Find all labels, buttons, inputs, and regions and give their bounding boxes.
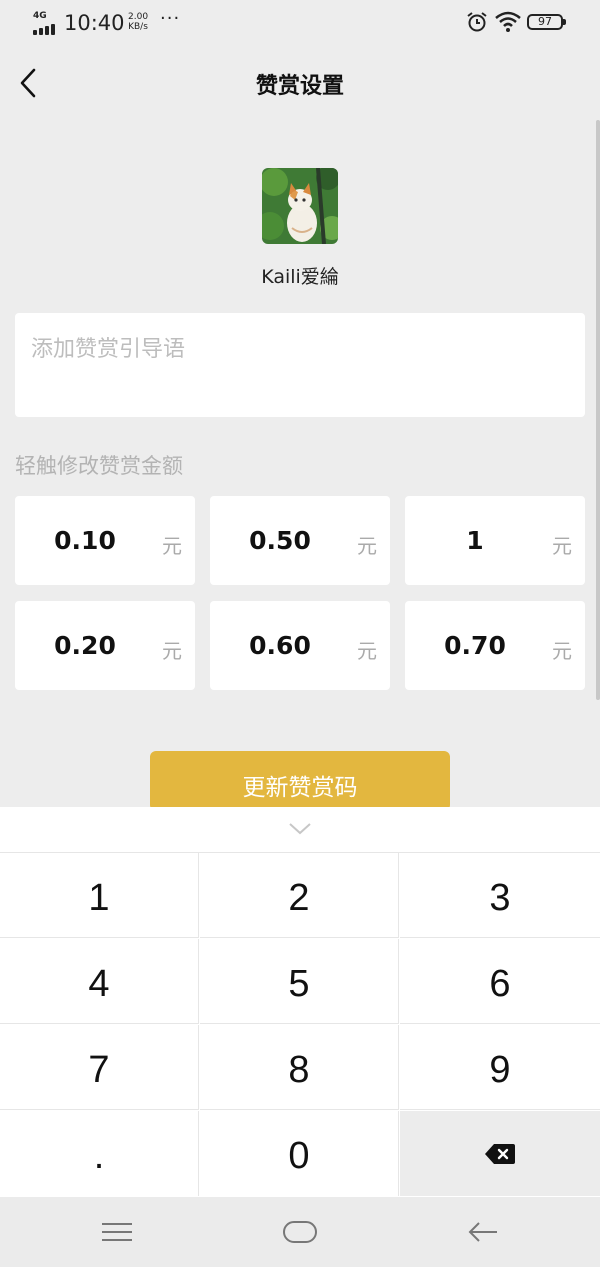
backspace-icon (485, 1144, 515, 1164)
avatar (262, 168, 338, 244)
amount-unit: 元 (357, 639, 377, 663)
guide-placeholder: 添加赞赏引导语 (31, 337, 186, 362)
menu-button[interactable] (97, 1215, 137, 1249)
amount-value: 0.50 (249, 526, 311, 555)
status-time: 10:40 (64, 11, 125, 35)
amount-value: 0.10 (54, 526, 116, 555)
amount-value: 0.20 (54, 631, 116, 660)
system-back-button[interactable] (463, 1215, 503, 1249)
home-button[interactable] (280, 1215, 320, 1249)
amount-card[interactable]: 0.60 元 (210, 601, 390, 690)
page-title: 赞赏设置 (255, 74, 344, 99)
home-icon (283, 1221, 317, 1243)
speed-unit: KB/s (128, 22, 148, 32)
key-2[interactable]: 2 (200, 853, 399, 938)
amount-card[interactable]: 0.70 元 (405, 601, 585, 690)
key-5[interactable]: 5 (200, 939, 399, 1024)
chevron-down-icon (289, 823, 311, 835)
amount-card[interactable]: 0.10 元 (15, 496, 195, 585)
amount-value: 0.70 (444, 631, 506, 660)
back-arrow-icon (468, 1222, 497, 1242)
guide-text-input[interactable]: 添加赞赏引导语 (15, 313, 585, 417)
signal-icon (33, 23, 59, 35)
numeric-keypad: 1 2 3 4 5 6 7 8 9 . 0 (0, 807, 600, 1197)
header: 赞赏设置 (0, 46, 600, 120)
system-nav-bar (0, 1197, 600, 1267)
amount-unit: 元 (552, 639, 572, 663)
username: Kaili爱綸 (261, 266, 339, 288)
alarm-icon (467, 12, 487, 32)
amount-value: 1 (466, 526, 484, 555)
collapse-keypad-button[interactable] (0, 807, 600, 852)
key-0[interactable]: 0 (200, 1111, 399, 1196)
amount-unit: 元 (357, 534, 377, 558)
key-1[interactable]: 1 (0, 853, 199, 938)
amount-card[interactable]: 0.50 元 (210, 496, 390, 585)
amount-unit: 元 (162, 534, 182, 558)
speed-value: 2.00 (128, 12, 149, 22)
amount-unit: 元 (162, 639, 182, 663)
key-4[interactable]: 4 (0, 939, 199, 1024)
scrollbar[interactable] (596, 120, 600, 700)
key-6[interactable]: 6 (400, 939, 600, 1024)
update-reward-code-button[interactable]: 更新赞赏码 (150, 751, 450, 811)
delete-key[interactable] (400, 1111, 600, 1196)
key-9[interactable]: 9 (400, 1025, 600, 1110)
wifi-icon (495, 11, 521, 32)
keypad-grid: 1 2 3 4 5 6 7 8 9 . 0 (0, 852, 600, 1198)
amount-card[interactable]: 1 元 (405, 496, 585, 585)
amounts-label: 轻触修改赞赏金额 (15, 454, 183, 478)
amount-value: 0.60 (249, 631, 311, 660)
battery-icon: 97 (527, 14, 566, 30)
amount-card[interactable]: 0.20 元 (15, 601, 195, 690)
network-speed: 2.00 KB/s (128, 12, 148, 32)
key-8[interactable]: 8 (200, 1025, 399, 1110)
network-type: 4G (33, 11, 47, 21)
key-decimal[interactable]: . (0, 1111, 199, 1196)
menu-icon (102, 1223, 132, 1241)
cat-photo (262, 168, 338, 244)
more-notifications-icon: ··· (160, 8, 181, 29)
status-bar: 4G 10:40 2.00 KB/s ··· 97 (0, 0, 600, 46)
amount-unit: 元 (552, 534, 572, 558)
key-3[interactable]: 3 (400, 853, 600, 938)
key-7[interactable]: 7 (0, 1025, 199, 1110)
